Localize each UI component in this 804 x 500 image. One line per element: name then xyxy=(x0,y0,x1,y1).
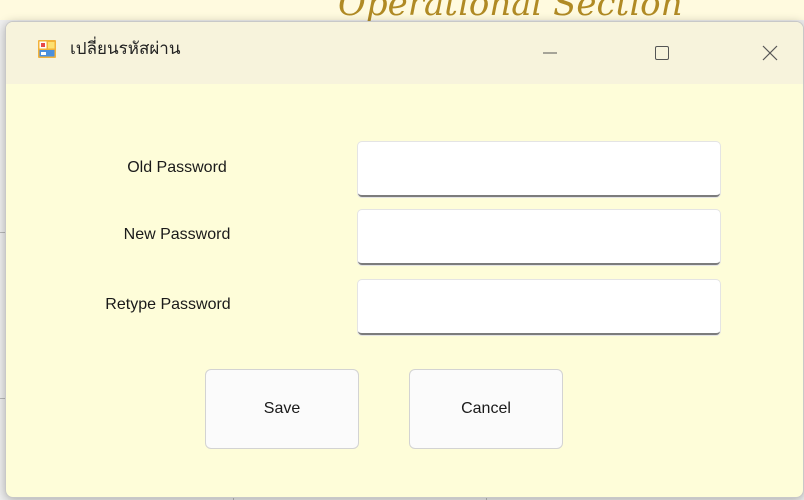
maximize-button[interactable] xyxy=(633,22,691,84)
save-button[interactable]: Save xyxy=(205,369,359,449)
window-app-icon xyxy=(38,40,56,58)
old-password-label: Old Password xyxy=(127,159,227,176)
change-password-dialog: เปลี่ยนรหัสผ่าน Old Password New Passwor… xyxy=(5,21,804,498)
old-password-input[interactable] xyxy=(358,142,720,197)
minimize-icon xyxy=(543,52,557,54)
title-bar[interactable]: เปลี่ยนรหัสผ่าน xyxy=(6,22,803,84)
cancel-button[interactable]: Cancel xyxy=(409,369,563,449)
maximize-icon xyxy=(655,46,669,60)
window-title: เปลี่ยนรหัสผ่าน xyxy=(70,39,181,59)
close-icon xyxy=(762,45,778,61)
close-button[interactable] xyxy=(741,22,799,84)
retype-password-label: Retype Password xyxy=(105,296,231,313)
minimize-button[interactable] xyxy=(521,22,579,84)
new-password-label: New Password xyxy=(123,226,231,243)
retype-password-input[interactable] xyxy=(358,280,720,335)
new-password-input[interactable] xyxy=(358,210,720,265)
